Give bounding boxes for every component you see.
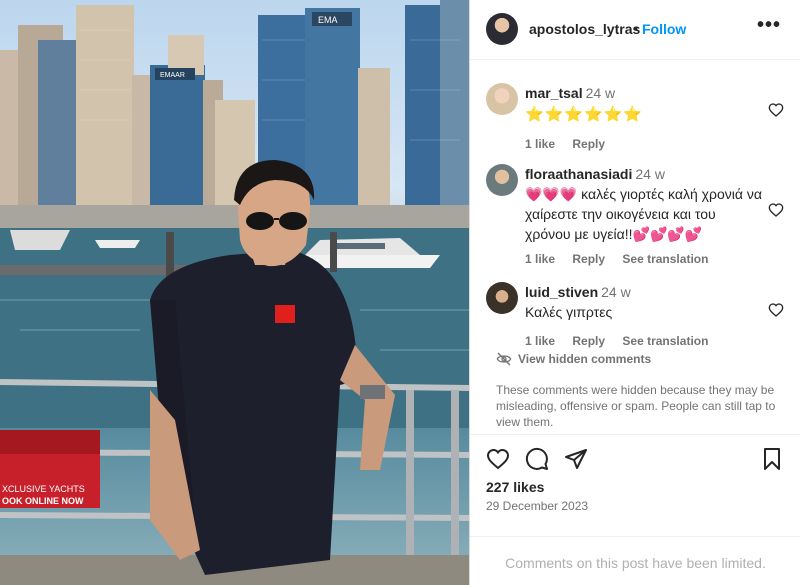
commenter-username[interactable]: floraathanasiadi — [525, 166, 632, 182]
commenter-avatar[interactable] — [486, 282, 518, 314]
author-username[interactable]: apostolos_lytras — [529, 21, 640, 37]
view-hidden-comments-label[interactable]: View hidden comments — [518, 352, 651, 366]
comment-time: 24 w — [585, 85, 616, 101]
comment-likes[interactable]: 1 like — [525, 334, 555, 348]
reply-button[interactable]: Reply — [572, 334, 605, 348]
post-date: 29 December 2023 — [486, 499, 589, 513]
more-horizontal-icon[interactable]: ••• — [757, 14, 781, 37]
separator-dot: • — [633, 20, 638, 36]
sign-text: XCLUSIVE YACHTS — [2, 484, 85, 494]
reply-button[interactable]: Reply — [572, 137, 605, 151]
comments-limited-notice: Comments on this post have been limited. — [470, 536, 800, 585]
comment-icon[interactable] — [525, 447, 549, 471]
comment-text: Καλές γιπρτες — [525, 304, 613, 320]
commenter-avatar[interactable] — [486, 164, 518, 196]
follow-button[interactable]: Follow — [642, 21, 686, 37]
comment-text: 💗💗💗 καλές γιορτές καλή χρονιά να χαίρεστ… — [525, 186, 762, 242]
post-header: apostolos_lytras • Follow ••• — [470, 0, 800, 60]
reply-button[interactable]: Reply — [572, 252, 605, 266]
likes-count[interactable]: 227 likes — [486, 479, 544, 495]
post-side-panel: apostolos_lytras • Follow ••• mar_tsal 24… — [469, 0, 800, 585]
photo-scene: EMA EMAAR XCLUSIVE YACHTS OOK ONLINE NOW — [0, 0, 469, 585]
eye-off-icon — [496, 352, 512, 366]
building-sign-2: EMAAR — [160, 72, 185, 79]
hidden-comments-note: These comments were hidden because they … — [496, 383, 776, 429]
commenter-avatar[interactable] — [486, 83, 518, 115]
post-photo[interactable]: EMA EMAAR XCLUSIVE YACHTS OOK ONLINE NOW — [0, 0, 469, 585]
heart-icon[interactable] — [768, 302, 784, 318]
heart-icon[interactable] — [486, 447, 510, 471]
building-sign: EMA — [318, 15, 338, 25]
comment-likes[interactable]: 1 like — [525, 252, 555, 266]
comment-likes[interactable]: 1 like — [525, 137, 555, 151]
commenter-username[interactable]: mar_tsal — [525, 85, 583, 101]
share-icon[interactable] — [564, 447, 588, 471]
comment-time: 24 w — [601, 284, 631, 300]
post-actions-bar — [470, 434, 800, 478]
comments-list[interactable]: mar_tsal 24 w ⭐⭐⭐⭐⭐⭐ 1 like Reply floraat… — [470, 61, 800, 434]
commenter-username[interactable]: luid_stiven — [525, 284, 598, 300]
bookmark-icon[interactable] — [760, 447, 784, 471]
sign-cta: OOK ONLINE NOW — [2, 496, 84, 506]
author-avatar[interactable] — [486, 13, 518, 45]
heart-icon[interactable] — [768, 102, 784, 118]
comment-time: 24 w — [635, 166, 665, 182]
comment-text: ⭐⭐⭐⭐⭐⭐ — [525, 106, 644, 123]
heart-icon[interactable] — [768, 202, 784, 218]
see-translation-button[interactable]: See translation — [622, 334, 708, 348]
see-translation-button[interactable]: See translation — [622, 252, 708, 266]
